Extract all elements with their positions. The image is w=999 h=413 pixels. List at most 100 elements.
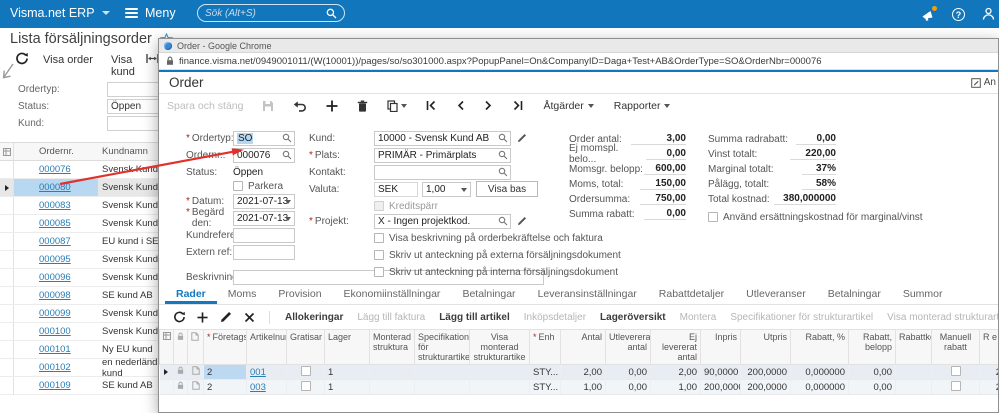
lageroversikt-button[interactable]: Lageröversikt [600,312,666,323]
tab-betalningar-2[interactable]: Betalningar [817,284,892,304]
grid-settings-icon[interactable] [0,143,14,160]
save-button[interactable] [262,100,274,112]
grid-row-selected[interactable]: 2 001 1 STY... 2,00 0,00 2,00 90,0000 20… [159,364,998,380]
cell-rabatt-pct[interactable]: 0,000000 [790,379,849,395]
lookup-icon[interactable] [498,150,508,163]
col-header-artikelnr[interactable]: Artikelnur [246,329,287,365]
grid-edit-row-button[interactable] [220,311,232,323]
lookup-icon[interactable] [282,150,292,163]
anteckning-externa-checkbox[interactable] [374,250,384,260]
cell-spec[interactable] [414,364,470,380]
cell-enh[interactable]: STY... [529,379,561,395]
manuell-rabatt-checkbox[interactable] [950,380,961,391]
col-header-ej-levererat[interactable]: Ej levererat antal [650,329,701,365]
cell-antal[interactable]: 2,00 [560,364,606,380]
plats-input[interactable]: PRIMÄR - Primärplats [374,147,511,163]
col-header-inpris[interactable]: Inpris [700,329,741,365]
col-header-gratisar[interactable]: Gratisar [286,329,325,365]
ordertyp-input[interactable]: SO [233,130,295,146]
col-header-utpris[interactable]: Utpris [740,329,791,365]
kund-input[interactable]: 10000 - Svensk Kund AB [374,130,511,146]
cell-truncated[interactable]: 2 [979,379,998,395]
cell-inpris[interactable]: 90,0000 [700,364,741,380]
col-header-rabatt-belopp[interactable]: Rabatt, belopp [848,329,896,365]
cell-spec[interactable] [414,379,470,395]
cell-utleverera[interactable]: 0,00 [605,364,651,380]
cell-rabatt-belopp[interactable]: 0,00 [848,379,896,395]
order-link[interactable]: 000099 [39,308,71,319]
kundreferens-input[interactable] [233,227,295,243]
grid-add-row-button[interactable] [197,311,208,323]
col-header-foretags[interactable]: * Företags [203,329,247,365]
order-link[interactable]: 000109 [39,380,71,391]
cell-gratisar[interactable] [286,364,325,380]
tab-provision[interactable]: Provision [267,284,332,304]
col-header-manuell-rabatt[interactable]: Manuell rabatt [931,329,980,365]
calendar-dropdown-icon[interactable] [285,199,291,204]
tab-rabattdetaljer[interactable]: Rabattdetaljer [648,284,735,304]
next-record-button[interactable] [484,100,493,111]
actions-menu-button[interactable]: Åtgärder [543,100,594,112]
col-header-utleverera[interactable]: Utleverera antal [605,329,651,365]
visa-beskrivning-checkbox[interactable] [374,233,384,243]
user-icon[interactable] [982,7,995,21]
cell-gratisar[interactable] [286,379,325,395]
last-record-button[interactable] [512,100,523,111]
row-note-icon[interactable] [187,379,204,395]
tab-rader[interactable]: Rader [165,284,217,304]
order-link[interactable]: 000101 [39,344,71,355]
order-link[interactable]: 000076 [39,164,71,175]
order-link[interactable]: 000080 [39,182,71,193]
undo-button[interactable] [293,100,307,112]
reports-menu-button[interactable]: Rapporter [614,100,671,112]
cell-manuell-rabatt[interactable] [931,364,980,380]
tab-ekonomiinstallningar[interactable]: Ekonomiinställningar [333,284,452,304]
cell-foretags[interactable]: 2 [203,364,247,380]
edit-projekt-button[interactable] [517,216,527,226]
tab-betalningar-1[interactable]: Betalningar [451,284,526,304]
calendar-dropdown-icon[interactable] [285,216,291,221]
cell-antal[interactable]: 1,00 [560,379,606,395]
popup-url-bar[interactable]: finance.visma.net/0949001011/(W(10001))/… [159,53,998,70]
order-link[interactable]: 000083 [39,200,71,211]
refresh-button[interactable] [15,52,28,68]
delete-button[interactable] [357,100,368,112]
cell-lager[interactable]: 1 [324,364,370,380]
col-header-visa-monterad[interactable]: Visa monterad strukturartike [469,329,530,365]
cell-rabattkod[interactable] [895,379,932,395]
previous-record-button[interactable] [456,100,465,111]
grid-settings-icon[interactable] [159,329,174,365]
order-link[interactable]: 000096 [39,272,71,283]
order-link[interactable]: 000102 [39,362,71,373]
lookup-icon[interactable] [282,133,292,146]
col-header-monterad[interactable]: Monterad struktura [369,329,415,365]
first-record-button[interactable] [426,100,437,111]
ersattningskostnad-checkbox[interactable] [708,212,718,222]
projekt-input[interactable]: X - Ingen projektkod. [374,213,511,229]
cell-manuell-rabatt[interactable] [931,379,980,395]
kontakt-input[interactable] [374,164,511,180]
cell-enh[interactable]: STY... [529,364,561,380]
artikel-link[interactable]: 003 [250,382,266,393]
grid-delete-row-button[interactable] [244,312,255,323]
cell-foretags[interactable]: 2 [203,379,247,395]
lagg-till-artikel-button[interactable]: Lägg till artikel [439,312,510,323]
col-header-spec[interactable]: Specifikation för strukturartike [414,329,470,365]
ordernr-input[interactable]: 000076 [233,147,295,163]
datum-input[interactable]: 2021-07-13 [233,193,295,209]
add-button[interactable] [326,100,338,112]
popup-titlebar[interactable]: Order - Google Chrome [159,39,998,53]
col-header-ordernr[interactable]: Ordernr. [14,146,98,157]
extern-ref-input[interactable] [233,244,295,260]
visa-order-button[interactable]: Visa order [43,54,93,66]
parkera-checkbox[interactable] [233,181,243,191]
lookup-icon[interactable] [498,133,508,146]
gratisar-checkbox[interactable] [300,380,311,391]
begard-den-input[interactable]: 2021-07-13 [233,210,295,226]
cell-utpris[interactable]: 200,0000 [740,379,791,395]
artikel-link[interactable]: 001 [250,367,266,378]
cell-monterad[interactable] [369,364,415,380]
cell-artikelnr[interactable]: 001 [246,364,287,380]
cell-utpris[interactable]: 200,0000 [740,364,791,380]
anteckning-interna-checkbox[interactable] [374,267,384,277]
